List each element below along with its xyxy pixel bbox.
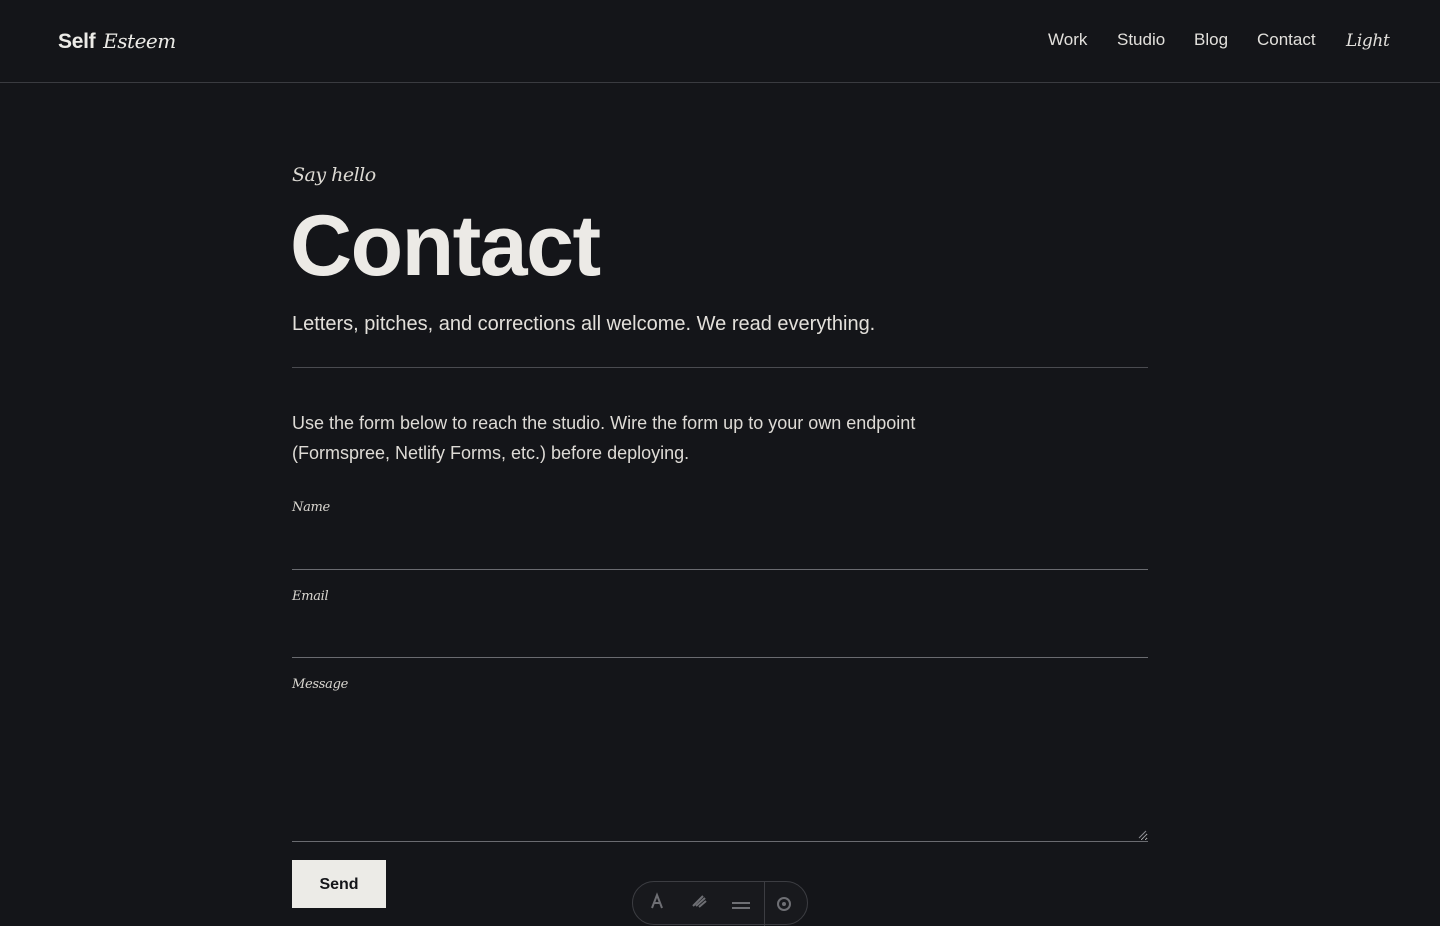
pen-icon[interactable] [646,890,668,912]
message-label: Message [292,677,349,692]
menu-icon[interactable] [730,890,752,912]
resize-handle-icon[interactable] [1138,830,1147,839]
brand-name-italic: Esteem [103,29,176,53]
send-button[interactable]: Send [292,860,386,908]
page-lede: Letters, pitches, and corrections all we… [292,313,876,335]
name-label: Name [292,500,330,515]
site-header: Self Esteem Work Studio Blog Contact Lig… [0,0,1440,83]
nav-link-blog[interactable]: Blog [1194,29,1228,53]
nav-link-contact[interactable]: Contact [1257,29,1316,53]
floating-toolbar [632,881,808,926]
form-intro: Use the form below to reach the studio. … [292,413,916,463]
theme-toggle[interactable]: Light [1346,30,1390,54]
toolbar-divider [764,882,765,926]
email-label: Email [292,589,329,604]
brand-name-bold: Self [58,30,96,53]
page-title: Contact [290,198,601,294]
settings-icon[interactable] [773,890,795,912]
nav-link-work[interactable]: Work [1048,29,1087,53]
divider [292,367,1148,368]
name-field[interactable] [292,530,1148,570]
page-eyebrow: Say hello [292,164,376,186]
message-field[interactable] [292,706,1148,842]
nav-link-studio[interactable]: Studio [1117,29,1165,53]
brush-icon[interactable] [688,890,710,912]
brand-logo[interactable]: Self Esteem [58,28,176,55]
email-field[interactable] [292,618,1148,658]
